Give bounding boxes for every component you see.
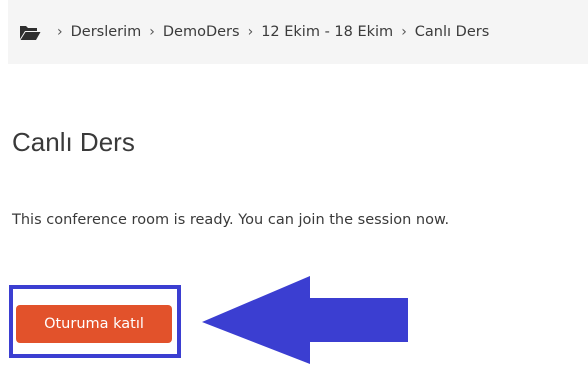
breadcrumb-canli-ders[interactable]: Canlı Ders: [415, 24, 489, 40]
page: › Derslerim › DemoDers › 12 Ekim - 18 Ek…: [0, 0, 588, 372]
chevron-right-icon: ›: [149, 24, 155, 40]
chevron-right-icon: ›: [57, 24, 63, 40]
breadcrumb-derslerim[interactable]: Derslerim: [71, 24, 142, 40]
breadcrumb-week[interactable]: 12 Ekim - 18 Ekim: [261, 24, 393, 40]
breadcrumb-demoders[interactable]: DemoDers: [163, 24, 240, 40]
left-arrow-icon: [202, 276, 408, 364]
breadcrumb: › Derslerim › DemoDers › 12 Ekim - 18 Ek…: [8, 0, 588, 64]
folder-open-icon[interactable]: [19, 24, 41, 41]
chevron-right-icon: ›: [401, 24, 407, 40]
page-title: Canlı Ders: [12, 127, 135, 157]
join-session-button[interactable]: Oturuma katıl: [16, 305, 172, 343]
chevron-right-icon: ›: [247, 24, 254, 40]
status-message: This conference room is ready. You can j…: [12, 212, 450, 228]
